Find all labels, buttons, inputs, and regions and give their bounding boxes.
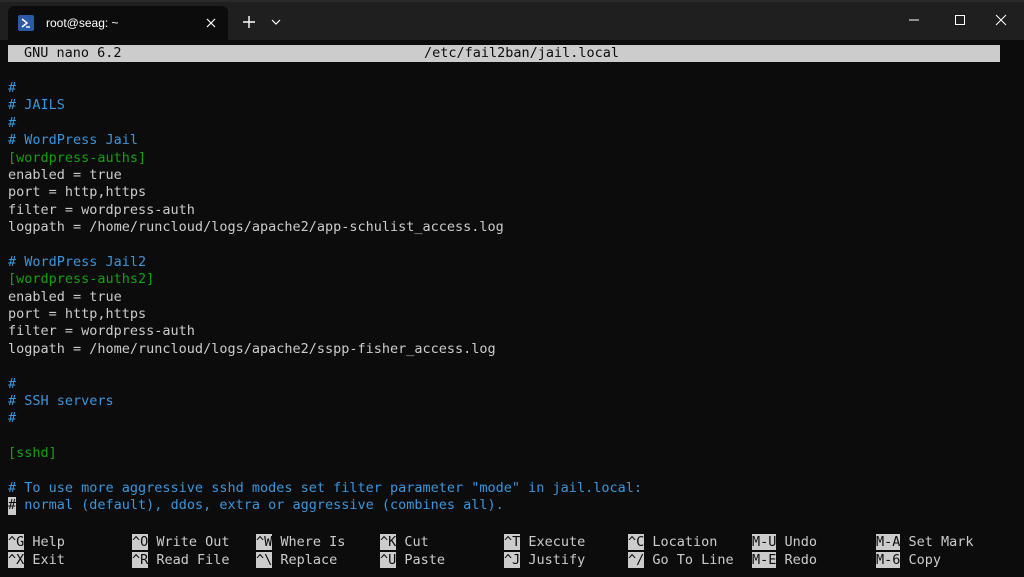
shortcut-go-to-line: ^/ Go To Line [628, 551, 734, 569]
config-line: enabled = true [8, 166, 122, 183]
comment-line: # To use more aggressive sshd modes set … [8, 479, 642, 496]
powershell-icon [18, 15, 34, 31]
close-icon [995, 14, 1007, 26]
config-line: port = http,https [8, 184, 147, 201]
shortcut-label: Execute [528, 534, 586, 550]
shortcut-label: Justify [528, 551, 586, 568]
config-section-line: [wordpress-auths] [8, 149, 147, 166]
shortcut-write-out: ^O Write Out [132, 534, 230, 551]
shortcut-key: M-U [752, 534, 777, 550]
text-cursor: # [8, 497, 17, 515]
nano-filename: /etc/fail2ban/jail.local [424, 45, 620, 61]
terminal-tab[interactable]: root@seag: ~ [8, 6, 228, 40]
shortcut-label: Exit [32, 551, 65, 568]
comment-line: # [8, 114, 17, 131]
maximize-icon [955, 15, 965, 25]
shortcut-undo: M-U Undo [752, 534, 817, 551]
shortcut-label: Redo [784, 551, 818, 568]
shortcut-where-is: ^W Where Is [256, 534, 345, 551]
close-tab-icon[interactable] [200, 12, 222, 34]
close-window-button[interactable] [978, 0, 1024, 40]
shortcut-label: Where Is [280, 534, 346, 550]
shortcut-key: M-E [752, 551, 777, 568]
shortcut-label: Read File [156, 551, 230, 568]
shortcut-key: ^C [628, 534, 645, 550]
editor-buffer[interactable]: # # JAILS # # WordPress Jail [wordpress-auth… [8, 80, 642, 515]
config-line: logpath = /home/runcloud/logs/apache2/ss… [8, 340, 496, 357]
shortcut-key: ^K [380, 534, 397, 550]
shortcut-copy: M-6 Copy [876, 551, 942, 569]
config-line: port = http,https [8, 306, 147, 323]
config-line: enabled = true [8, 288, 122, 305]
comment-line: # normal (default), ddos, extra or aggre… [8, 497, 504, 515]
tab-title: root@seag: ~ [46, 16, 119, 30]
shortcut-key: M-A [876, 534, 901, 550]
comment-line: # WordPress Jail [8, 132, 139, 149]
shortcut-key: ^/ [628, 551, 645, 568]
terminal-area[interactable]: GNU nano 6.2 /etc/fail2ban/jail.local # #… [0, 40, 1024, 577]
shortcut-set-mark: M-A Set Mark [876, 534, 974, 551]
config-line [8, 358, 642, 375]
comment-line: # [8, 80, 17, 96]
terminal-window: root@seag: ~ GNU nano 6.2 /etc/fail2ban/… [0, 0, 1024, 577]
minimize-icon [909, 19, 919, 21]
shortcut-key: M-6 [876, 551, 901, 568]
new-tab-button[interactable] [237, 10, 261, 34]
comment-line: # SSH servers [8, 393, 114, 410]
chevron-down-icon [271, 19, 281, 25]
shortcut-label: Undo [784, 534, 818, 550]
tab-dropdown-button[interactable] [264, 10, 288, 34]
shortcut-label: Replace [280, 551, 338, 568]
shortcut-help: ^G Help [8, 534, 65, 551]
shortcut-read-file: ^R Read File [132, 551, 230, 569]
shortcut-key: ^U [380, 551, 397, 568]
maximize-button[interactable] [937, 0, 983, 40]
shortcut-key: ^\ [256, 551, 273, 568]
shortcut-cut: ^K Cut [380, 534, 429, 551]
title-bar: root@seag: ~ [0, 0, 1024, 40]
shortcut-key: ^G [8, 534, 25, 550]
shortcut-key: ^X [8, 551, 25, 568]
shortcut-key: ^T [504, 534, 521, 550]
shortcut-label: Location [652, 534, 718, 550]
minimize-button[interactable] [891, 0, 937, 40]
shortcut-label: Help [32, 534, 65, 550]
shortcut-key: ^R [132, 551, 149, 568]
shortcut-redo: M-E Redo [752, 551, 818, 569]
shortcut-label: Cut [404, 534, 429, 550]
config-line [8, 428, 642, 445]
config-line [8, 237, 642, 254]
config-line [8, 463, 642, 480]
title-bar-top-edge [0, 0, 1024, 2]
shortcut-label: Set Mark [908, 534, 974, 550]
shortcut-key: ^W [256, 534, 273, 550]
shortcut-label: Go To Line [652, 551, 734, 568]
comment-line: # JAILS [8, 97, 65, 114]
config-section-line: [sshd] [8, 445, 57, 462]
nano-version: GNU nano 6.2 [24, 45, 122, 61]
shortcut-label: Copy [908, 551, 942, 568]
shortcut-justify: ^J Justify [504, 551, 586, 569]
comment-line: # WordPress Jail2 [8, 253, 147, 270]
comment-line: # [8, 410, 17, 427]
nano-header-bar: GNU nano 6.2 /etc/fail2ban/jail.local [8, 45, 1000, 62]
shortcut-location: ^C Location [628, 534, 717, 551]
plus-icon [243, 16, 255, 28]
shortcut-paste: ^U Paste [380, 551, 446, 569]
nano-shortcut-bar: ^G Help ^X Exit ^O Write Out ^R Read File ^W… [8, 534, 1008, 570]
shortcut-key: ^O [132, 534, 149, 550]
shortcut-label: Write Out [156, 534, 230, 550]
config-line: filter = wordpress-auth [8, 201, 195, 218]
config-section-line: [wordpress-auths2] [8, 271, 155, 288]
shortcut-label: Paste [404, 551, 446, 568]
shortcut-replace: ^\ Replace [256, 551, 338, 569]
shortcut-execute: ^T Execute [504, 534, 585, 551]
shortcut-key: ^J [504, 551, 521, 568]
comment-line: # [8, 375, 17, 392]
shortcut-exit: ^X Exit [8, 551, 65, 569]
config-line: logpath = /home/runcloud/logs/apache2/ap… [8, 219, 504, 236]
config-line: filter = wordpress-auth [8, 323, 195, 340]
